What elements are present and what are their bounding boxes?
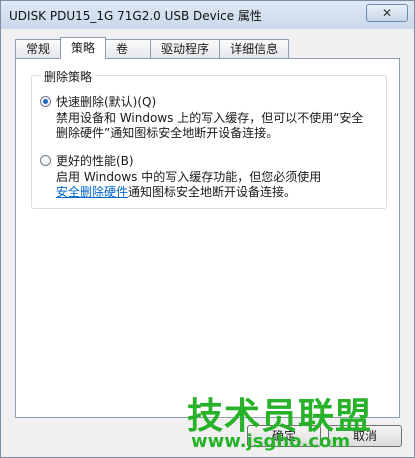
watermark-url: www.jsgho.com: [191, 431, 351, 452]
watermark-logo: 技术员联盟 www.jsgho.com: [187, 387, 377, 457]
better-performance-desc-line1: 启用 Windows 中的写入缓存功能，但您必须使用: [56, 170, 322, 184]
quick-removal-desc-line2: 删除硬件”通知图标安全地断开设备连接。: [56, 126, 279, 140]
group-title: 删除策略: [41, 68, 96, 85]
quick-removal-desc-line1: 禁用设备和 Windows 上的写入缓存，但可以不使用“安全: [56, 111, 364, 125]
better-performance-desc-rest: 通知图标安全地断开设备连接。: [128, 185, 297, 199]
close-button[interactable]: ✕: [366, 4, 408, 22]
properties-dialog: UDISK PDU15_1G 71G2.0 USB Device 属性 ✕ 常规…: [0, 0, 415, 458]
quick-removal-option[interactable]: 快速删除(默认)(Q): [40, 93, 156, 110]
better-performance-description: 启用 Windows 中的写入缓存功能，但您必须使用 安全删除硬件通知图标安全地…: [56, 170, 321, 200]
removal-policy-group: 删除策略 快速删除(默认)(Q) 禁用设备和 Windows 上的写入缓存，但可…: [31, 68, 387, 209]
tab-panel-policies: 删除策略 快速删除(默认)(Q) 禁用设备和 Windows 上的写入缓存，但可…: [15, 58, 400, 418]
better-performance-desc-line2: 安全删除硬件通知图标安全地断开设备连接。: [56, 185, 321, 200]
window-title: UDISK PDU15_1G 71G2.0 USB Device 属性: [9, 9, 262, 23]
tab-general[interactable]: 常规: [15, 39, 62, 59]
quick-removal-radio[interactable]: [40, 96, 51, 107]
quick-removal-label[interactable]: 快速删除(默认)(Q): [56, 93, 156, 110]
close-icon: ✕: [381, 6, 393, 20]
tab-driver[interactable]: 驱动程序: [150, 39, 221, 59]
tab-volumes[interactable]: 卷: [105, 39, 152, 59]
better-performance-label[interactable]: 更好的性能(B): [56, 152, 134, 169]
better-performance-radio[interactable]: [40, 155, 51, 166]
quick-removal-description: 禁用设备和 Windows 上的写入缓存，但可以不使用“安全 删除硬件”通知图标…: [56, 111, 363, 141]
tab-strip: 常规 策略 卷 驱动程序 详细信息: [15, 37, 290, 59]
better-performance-option[interactable]: 更好的性能(B): [40, 152, 134, 169]
tab-policies[interactable]: 策略: [60, 37, 107, 59]
title-bar[interactable]: UDISK PDU15_1G 71G2.0 USB Device 属性 ✕: [1, 1, 414, 29]
safely-remove-hardware-link[interactable]: 安全删除硬件: [56, 185, 128, 199]
tab-details[interactable]: 详细信息: [219, 39, 290, 59]
